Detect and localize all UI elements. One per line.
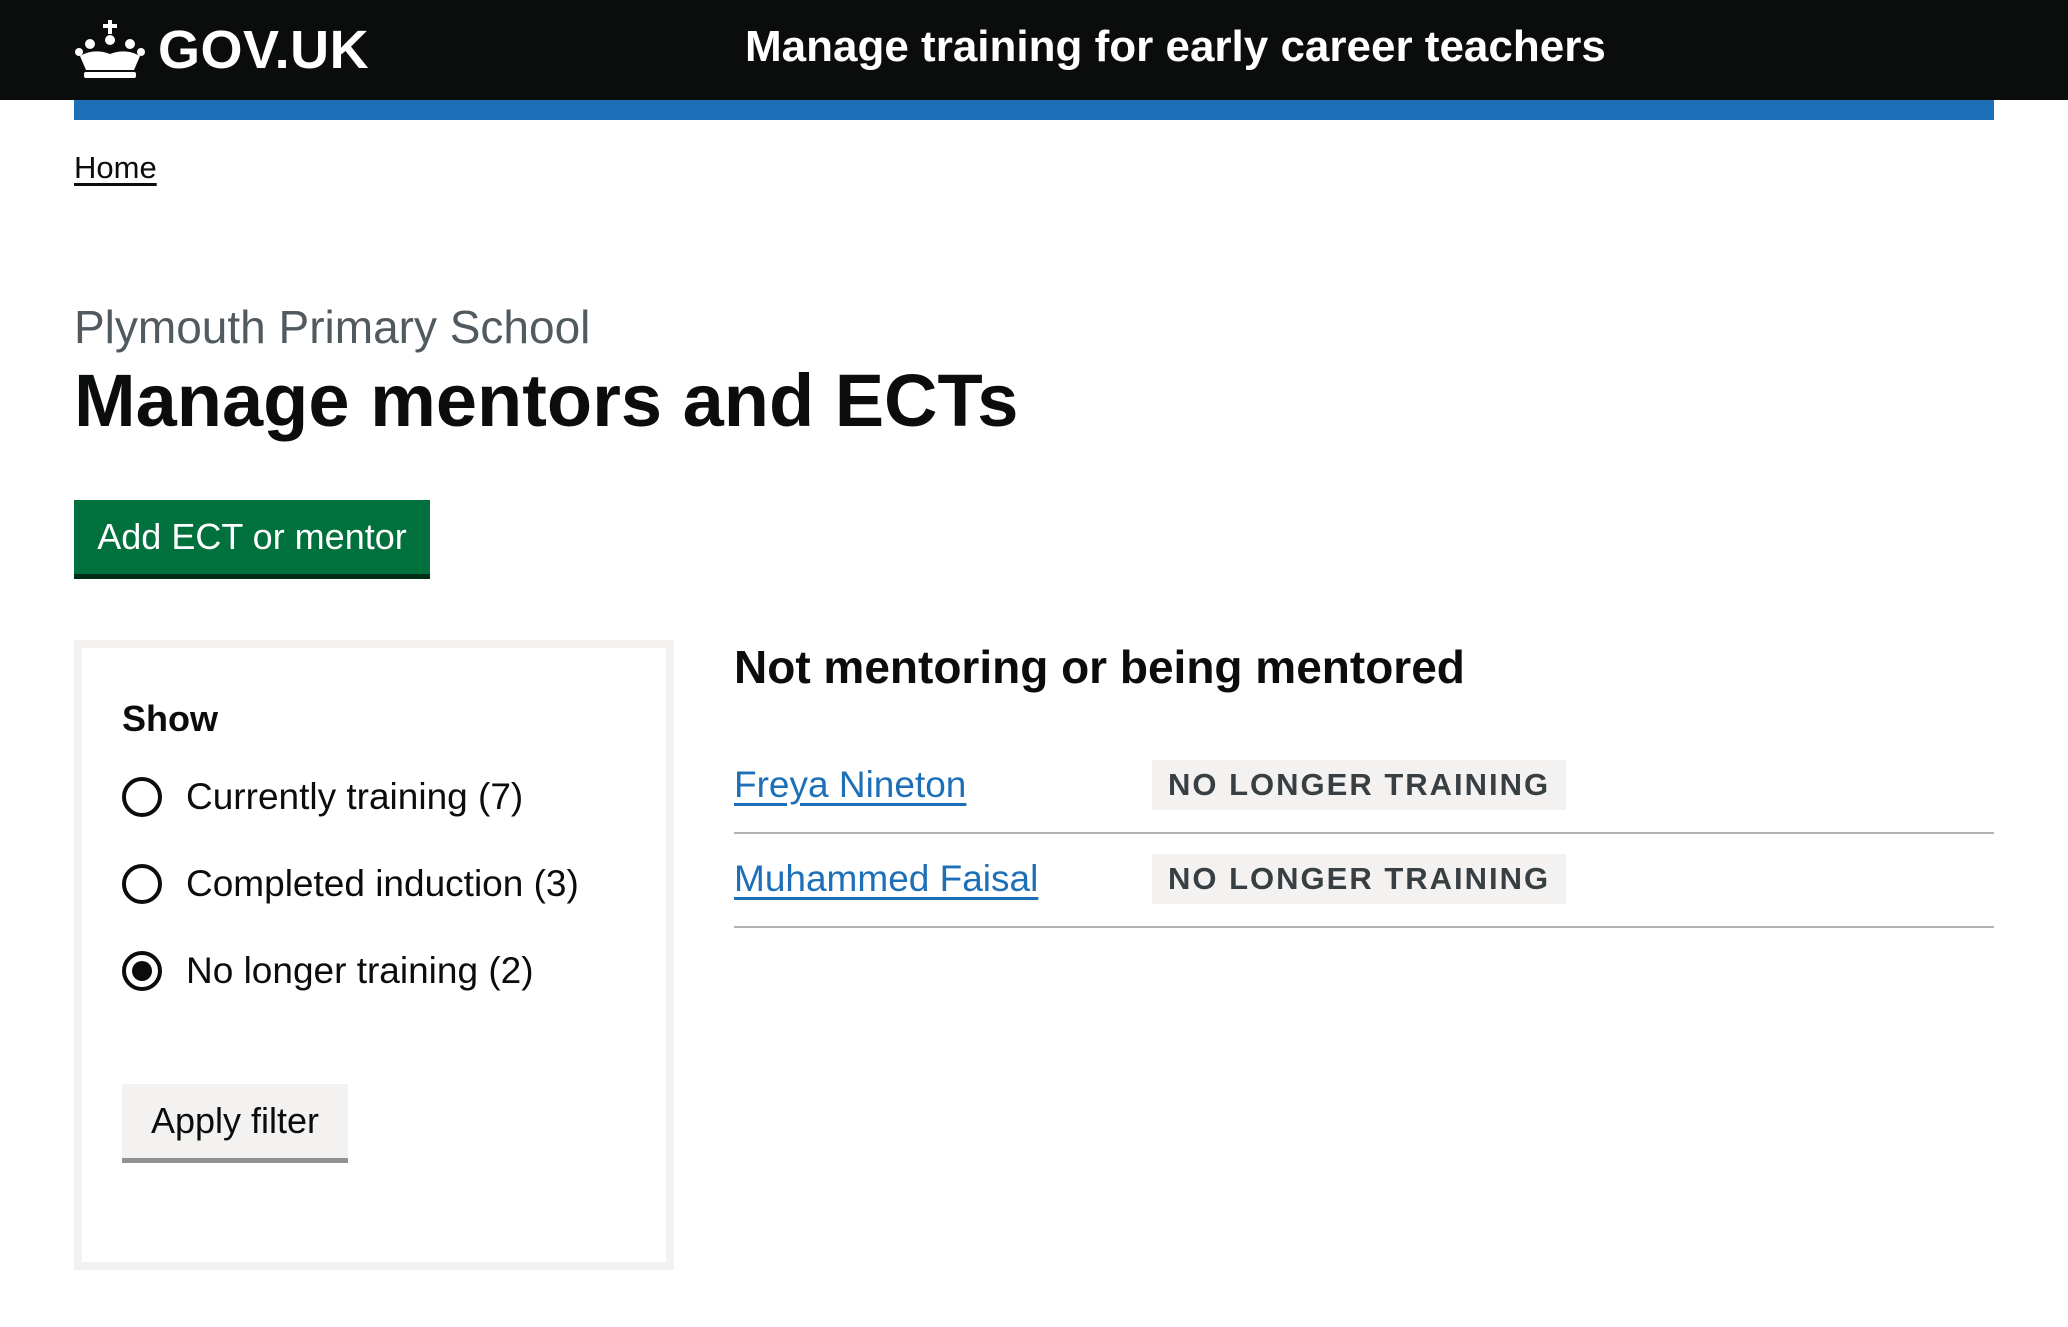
radio-button[interactable] (122, 864, 162, 904)
list-item: Freya Nineton NO LONGER TRAINING (734, 740, 1994, 834)
radio-label: Currently training (7) (186, 776, 524, 817)
status-tag: NO LONGER TRAINING (1152, 854, 1567, 904)
radio-button[interactable] (122, 777, 162, 817)
radio-completed-induction[interactable]: Completed induction (3) (122, 863, 579, 905)
apply-filter-button[interactable]: Apply filter (122, 1084, 348, 1158)
results-heading: Not mentoring or being mentored (734, 641, 1465, 693)
filter-legend: Show (122, 698, 218, 739)
logo-text: GOV.UK (158, 20, 370, 80)
radio-label: Completed induction (3) (186, 863, 579, 904)
header-blue-bar (74, 100, 1994, 120)
page-title: Manage mentors and ECTs (74, 359, 1019, 442)
radio-currently-training[interactable]: Currently training (7) (122, 776, 523, 818)
add-ect-or-mentor-button[interactable]: Add ECT or mentor (74, 500, 430, 574)
site-header: GOV.UK Manage training for early career … (0, 0, 2068, 100)
radio-button-selected[interactable] (122, 951, 162, 991)
status-tag: NO LONGER TRAINING (1152, 760, 1567, 810)
radio-no-longer-training[interactable]: No longer training (2) (122, 950, 534, 992)
radio-selected-dot (132, 961, 152, 981)
radio-label: No longer training (2) (186, 950, 534, 991)
list-item: Muhammed Faisal NO LONGER TRAINING (734, 834, 1994, 928)
results-list: Freya Nineton NO LONGER TRAINING Muhamme… (734, 740, 1994, 928)
breadcrumb-home-link[interactable]: Home (74, 150, 157, 186)
filter-panel: Show Currently training (7) Completed in… (74, 640, 674, 1270)
service-name-link[interactable]: Manage training for early career teacher… (745, 22, 1606, 72)
govuk-logo-link[interactable]: GOV.UK (74, 18, 369, 82)
crown-icon (75, 20, 145, 78)
page-caption: Plymouth Primary School (74, 301, 591, 353)
person-name-link[interactable]: Freya Nineton (734, 764, 966, 806)
person-name-link[interactable]: Muhammed Faisal (734, 858, 1038, 900)
